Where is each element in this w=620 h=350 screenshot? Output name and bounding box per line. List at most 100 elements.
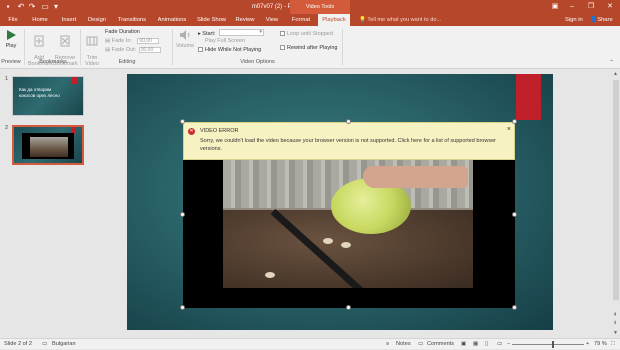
- sign-in-link[interactable]: Sign in: [565, 14, 583, 26]
- loop-until-stopped-checkbox[interactable]: Loop until Stopped: [280, 31, 333, 38]
- slide-show-icon[interactable]: ▭: [497, 339, 502, 350]
- rewind-after-playing-checkbox[interactable]: Rewind after Playing: [280, 45, 337, 52]
- start-from-beginning-icon[interactable]: ▭: [40, 2, 50, 12]
- resize-handle[interactable]: [512, 212, 517, 217]
- normal-view-icon[interactable]: ▣: [461, 339, 466, 350]
- fade-duration-label: Fade Duration: [105, 29, 140, 35]
- close-button[interactable]: ✕: [599, 0, 620, 14]
- redo-icon[interactable]: ↷: [27, 2, 37, 12]
- resize-handle[interactable]: [512, 119, 517, 124]
- slide-thumbnail-title: Как да отворим кокосов орех лесно: [19, 87, 60, 98]
- divider: [342, 29, 343, 65]
- spelling-icon[interactable]: ▭: [42, 339, 47, 350]
- bookmarks-group-label: Bookmarks: [39, 59, 67, 65]
- slide-counter: Slide 2 of 2: [4, 341, 32, 347]
- fit-slide-icon[interactable]: ⛶: [611, 339, 615, 350]
- tell-me-text: Tell me what you want to do...: [367, 17, 442, 23]
- close-error-button[interactable]: ×: [507, 126, 511, 133]
- resize-handle[interactable]: [346, 119, 351, 124]
- zoom-slider-thumb[interactable]: [552, 341, 554, 348]
- scrollbar-thumb[interactable]: [613, 80, 619, 300]
- tab-file[interactable]: File: [3, 14, 23, 26]
- resize-handle[interactable]: [346, 305, 351, 310]
- video-error-message[interactable]: Sorry, we couldn't load the video becaus…: [200, 137, 500, 153]
- remove-bookmark-icon: [60, 35, 70, 47]
- collapse-ribbon-icon[interactable]: ⌃: [609, 59, 614, 66]
- zoom-slider[interactable]: [512, 344, 584, 345]
- video-frame: [223, 160, 473, 288]
- slide-number: 2: [5, 125, 9, 131]
- status-bar: Slide 2 of 2 ▭ Bulgarian ≡ Notes ▭ Comme…: [0, 338, 620, 349]
- resize-handle[interactable]: [180, 212, 185, 217]
- editing-group-label: Editing: [118, 59, 136, 65]
- tab-insert[interactable]: Insert: [57, 14, 81, 26]
- volume-button[interactable]: Volume: [175, 29, 195, 49]
- slide-thumbnail-1[interactable]: Как да отворим кокосов орех лесно: [12, 76, 84, 116]
- play-full-screen-checkbox[interactable]: Play Full Screen: [205, 38, 245, 45]
- error-icon: ✕: [188, 128, 195, 135]
- resize-handle[interactable]: [180, 119, 185, 124]
- resize-handle[interactable]: [180, 305, 185, 310]
- loop-until-stopped-label: Loop until Stopped: [287, 31, 333, 37]
- video-error-title: VIDEO ERROR: [200, 128, 239, 134]
- next-slide-icon[interactable]: ⇟: [613, 320, 617, 326]
- scroll-down-icon[interactable]: ▼: [613, 330, 618, 336]
- red-accent-bar: [72, 77, 77, 84]
- slide-thumbnail-2[interactable]: [12, 125, 84, 165]
- fade-out-label: Fade Out:: [111, 47, 137, 53]
- fade-out-row: ▤ Fade Out: 00,00: [105, 47, 161, 54]
- zoom-out-icon[interactable]: −: [507, 339, 510, 350]
- start-dropdown[interactable]: [218, 29, 264, 36]
- ribbon-tabs: File Home Insert Design Transitions Anim…: [0, 14, 620, 26]
- notes-button[interactable]: Notes: [396, 339, 411, 350]
- quick-access-dropdown-icon[interactable]: ▾: [51, 2, 61, 12]
- hide-while-not-playing-label: Hide While Not Playing: [205, 47, 262, 53]
- tab-home[interactable]: Home: [28, 14, 52, 26]
- red-accent-bar: [516, 74, 541, 120]
- tab-design[interactable]: Design: [85, 14, 109, 26]
- play-icon: [7, 30, 16, 40]
- tell-me-search[interactable]: 💡 Tell me what you want to do...: [359, 14, 441, 26]
- tab-review[interactable]: Review: [233, 14, 257, 26]
- video-options-group-label: Video Options: [240, 59, 275, 65]
- trim-video-icon: [86, 36, 98, 46]
- rewind-after-playing-label: Rewind after Playing: [287, 45, 338, 51]
- tab-animations[interactable]: Animations: [155, 14, 189, 26]
- play-button[interactable]: Play: [3, 29, 19, 49]
- tab-view[interactable]: View: [262, 14, 282, 26]
- fade-out-input[interactable]: 00,00: [138, 47, 161, 53]
- zoom-level[interactable]: 79 %: [594, 339, 607, 350]
- save-icon[interactable]: ▪: [3, 2, 13, 12]
- tab-transitions[interactable]: Transitions: [115, 14, 149, 26]
- share-button[interactable]: 👤Share: [590, 14, 613, 26]
- fade-in-label: Fade In:: [111, 38, 132, 44]
- tab-slide-show[interactable]: Slide Show: [196, 14, 227, 26]
- previous-slide-icon[interactable]: ⇞: [613, 312, 617, 318]
- play-label: Play: [5, 43, 17, 49]
- coconut-chip: [341, 242, 351, 248]
- fade-in-row: ▤ Fade In: 00,00: [105, 38, 160, 45]
- video-object[interactable]: ✕ VIDEO ERROR Sorry, we couldn't load th…: [180, 119, 517, 310]
- zoom-in-icon[interactable]: +: [586, 339, 589, 350]
- divider: [24, 29, 25, 65]
- language-indicator[interactable]: Bulgarian: [52, 339, 76, 350]
- slide-editor: ✕ VIDEO ERROR Sorry, we couldn't load th…: [90, 70, 620, 338]
- divider: [80, 29, 81, 65]
- hide-while-not-playing-checkbox[interactable]: Hide While Not Playing: [198, 47, 261, 54]
- tab-playback[interactable]: Playback: [318, 14, 350, 26]
- comments-button[interactable]: Comments: [427, 339, 454, 350]
- tab-format[interactable]: Format: [289, 14, 313, 26]
- resize-handle[interactable]: [512, 305, 517, 310]
- ribbon-playback: Play Preview Add Bookmark Remove Bookmar…: [0, 26, 620, 69]
- reading-view-icon[interactable]: ▯: [485, 339, 488, 350]
- slide-sorter-icon[interactable]: ▦: [473, 339, 478, 350]
- coconut-chip: [265, 272, 275, 278]
- volume-label: Volume: [175, 43, 195, 49]
- divider: [172, 29, 173, 65]
- video-error-banner[interactable]: ✕ VIDEO ERROR Sorry, we couldn't load th…: [183, 122, 515, 160]
- checkbox-icon: [280, 31, 285, 36]
- scroll-up-icon[interactable]: ▲: [613, 71, 618, 77]
- vertical-scrollbar[interactable]: ▲ ⇞ ⇟ ▼: [612, 70, 620, 338]
- undo-icon[interactable]: ↶: [16, 2, 26, 12]
- fade-in-input[interactable]: 00,00: [137, 38, 160, 44]
